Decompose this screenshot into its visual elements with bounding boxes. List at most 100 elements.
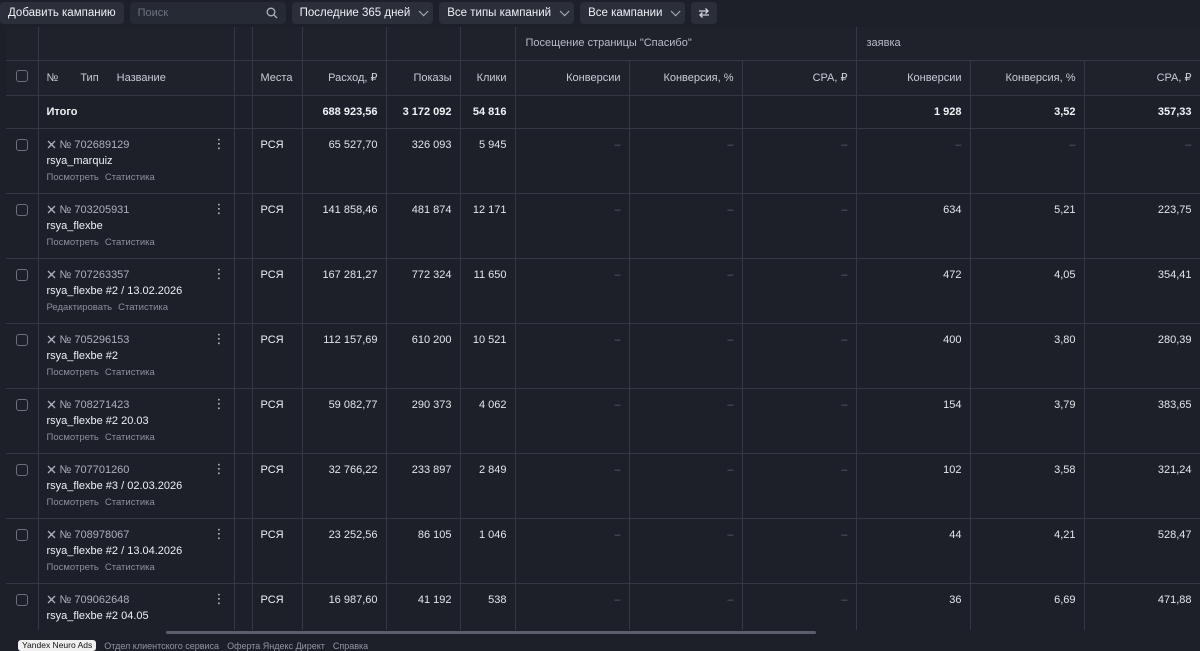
campaign-view-link[interactable]: Редактировать [47,302,113,313]
lead-cpa-cell: 280,39 [1084,323,1200,389]
campaign-name[interactable]: rsya_flexbe #2 / 13.02.2026 [47,285,226,297]
more-options-icon[interactable]: ⋮ [213,592,226,605]
thank-you-conversions-cell: – [515,258,630,324]
total-impressions: 3 172 092 [386,95,461,129]
row-checkbox[interactable] [15,593,28,606]
column-thank-you-conversions[interactable]: Конверсии [515,60,630,96]
campaign-view-link[interactable]: Посмотреть [47,432,99,443]
toolbar: Добавить кампанию Последние 365 дней Все… [0,0,1200,26]
header-spacer [252,27,303,61]
campaign-name[interactable]: rsya_flexbe #2 04.05 [47,610,226,622]
campaign-name[interactable]: rsya_flexbe #3 / 02.03.2026 [47,480,226,492]
campaign-name[interactable]: rsya_flexbe #2 20.03 [47,415,226,427]
campaign-id[interactable]: № 708271423 [60,399,130,411]
column-thank-you-rate[interactable]: Конверсия, % [629,60,743,96]
campaign-id[interactable]: № 702689129 [60,139,130,151]
lead-rate-cell: 3,58 [970,453,1085,519]
campaign-stats-link[interactable]: Статистика [118,302,168,313]
campaign-view-link[interactable]: Посмотреть [47,367,99,378]
header-spacer [234,27,253,61]
campaigns-filter-label: Все кампании [588,7,663,19]
select-all-checkbox[interactable] [15,70,28,82]
campaign-cell: ⋮ № 708978067 rsya_flexbe #2 / 13.04.2026 П… [38,518,235,584]
campaign-name[interactable]: rsya_flexbe #2 / 13.04.2026 [47,545,226,557]
footer-link[interactable]: Отдел клиентского сервиса [104,641,219,651]
horizontal-scrollbar[interactable] [166,631,816,634]
period-dropdown[interactable]: Последние 365 дней [291,2,434,24]
campaign-view-link[interactable]: Посмотреть [47,172,99,183]
row-spacer [234,323,253,389]
campaign-stats-link[interactable]: Статистика [105,497,155,508]
row-checkbox[interactable] [15,268,28,281]
column-spend[interactable]: Расход, ₽ [302,60,387,96]
campaign-id[interactable]: № 708978067 [60,529,130,541]
campaign-id[interactable]: № 703205931 [60,204,130,216]
footer-link[interactable]: Справка [333,641,368,651]
row-checkbox-cell [6,128,39,194]
search-input[interactable] [137,7,248,19]
campaign-name[interactable]: rsya_marquiz [47,155,226,167]
campaign-id[interactable]: № 709062648 [60,594,130,606]
lead-rate-cell: 5,21 [970,193,1085,259]
search-box[interactable] [129,2,286,24]
column-lead-conversions[interactable]: Конверсии [856,60,971,96]
campaign-name[interactable]: rsya_flexbe #2 [47,350,226,362]
row-spacer [234,388,253,454]
lead-cpa-cell: 471,88 [1084,583,1200,630]
column-type[interactable]: Тип [80,72,98,84]
footer-link[interactable]: Оферта Яндекс Директ [227,641,325,651]
campaign-view-link[interactable]: Посмотреть [47,562,99,573]
lead-cpa-cell: 223,75 [1084,193,1200,259]
row-checkbox[interactable] [15,138,28,151]
more-options-icon[interactable]: ⋮ [213,397,226,410]
campaign-view-link[interactable]: Посмотреть [47,497,99,508]
clicks-cell: 10 521 [460,323,516,389]
thank-you-conversions-cell: – [515,453,630,519]
campaigns-filter-dropdown[interactable]: Все кампании [580,2,686,24]
more-options-icon[interactable]: ⋮ [213,462,226,475]
row-checkbox[interactable] [15,528,28,541]
column-thank-you-cpa[interactable]: CPA, ₽ [742,60,857,96]
column-impressions[interactable]: Показы [386,60,461,96]
brand-logo[interactable]: Yandex Neuro Ads [18,640,97,651]
table-row: ⋮ № 703205931 rsya_flexbe Посмотреть Статист… [6,193,1200,259]
rsya-type-icon [47,335,55,344]
campaign-types-dropdown[interactable]: Все типы кампаний [439,2,575,24]
campaign-cell: ⋮ № 702689129 rsya_marquiz Посмотреть Статис… [38,128,235,194]
campaign-name[interactable]: rsya_flexbe [47,220,226,232]
column-name[interactable]: Название [117,72,166,84]
row-checkbox[interactable] [15,203,28,216]
campaign-stats-link[interactable]: Статистика [105,172,155,183]
more-options-icon[interactable]: ⋮ [213,527,226,540]
thank-you-rate-cell: – [629,453,743,519]
settings-toggle-button[interactable] [691,2,718,24]
spend-cell: 112 157,69 [302,323,387,389]
more-options-icon[interactable]: ⋮ [213,202,226,215]
row-checkbox[interactable] [15,398,28,411]
campaign-stats-link[interactable]: Статистика [105,237,155,248]
campaign-stats-link[interactable]: Статистика [105,432,155,443]
row-checkbox[interactable] [15,333,28,346]
thank-you-conversions-cell: – [515,323,630,389]
more-options-icon[interactable]: ⋮ [213,137,226,150]
column-places[interactable]: Места [252,60,303,96]
column-number[interactable]: № [47,72,59,84]
lead-conversions-cell: – [856,128,971,194]
row-checkbox[interactable] [15,463,28,476]
campaign-stats-link[interactable]: Статистика [105,367,155,378]
campaign-id-line: № 703205931 [47,204,213,216]
campaign-id[interactable]: № 707701260 [60,464,130,476]
column-lead-rate[interactable]: Конверсия, % [970,60,1085,96]
campaign-stats-link[interactable]: Статистика [105,562,155,573]
add-campaign-button[interactable]: Добавить кампанию [0,2,124,24]
impressions-cell: 233 897 [386,453,461,519]
column-lead-cpa[interactable]: CPA, ₽ [1084,60,1200,96]
column-clicks[interactable]: Клики [460,60,516,96]
campaign-view-link[interactable]: Посмотреть [47,237,99,248]
more-options-icon[interactable]: ⋮ [213,267,226,280]
campaign-id[interactable]: № 707263357 [60,269,130,281]
lead-rate-cell: 4,21 [970,518,1085,584]
campaign-id-line: № 707701260 [47,464,213,476]
campaign-id[interactable]: № 705296153 [60,334,130,346]
more-options-icon[interactable]: ⋮ [213,332,226,345]
